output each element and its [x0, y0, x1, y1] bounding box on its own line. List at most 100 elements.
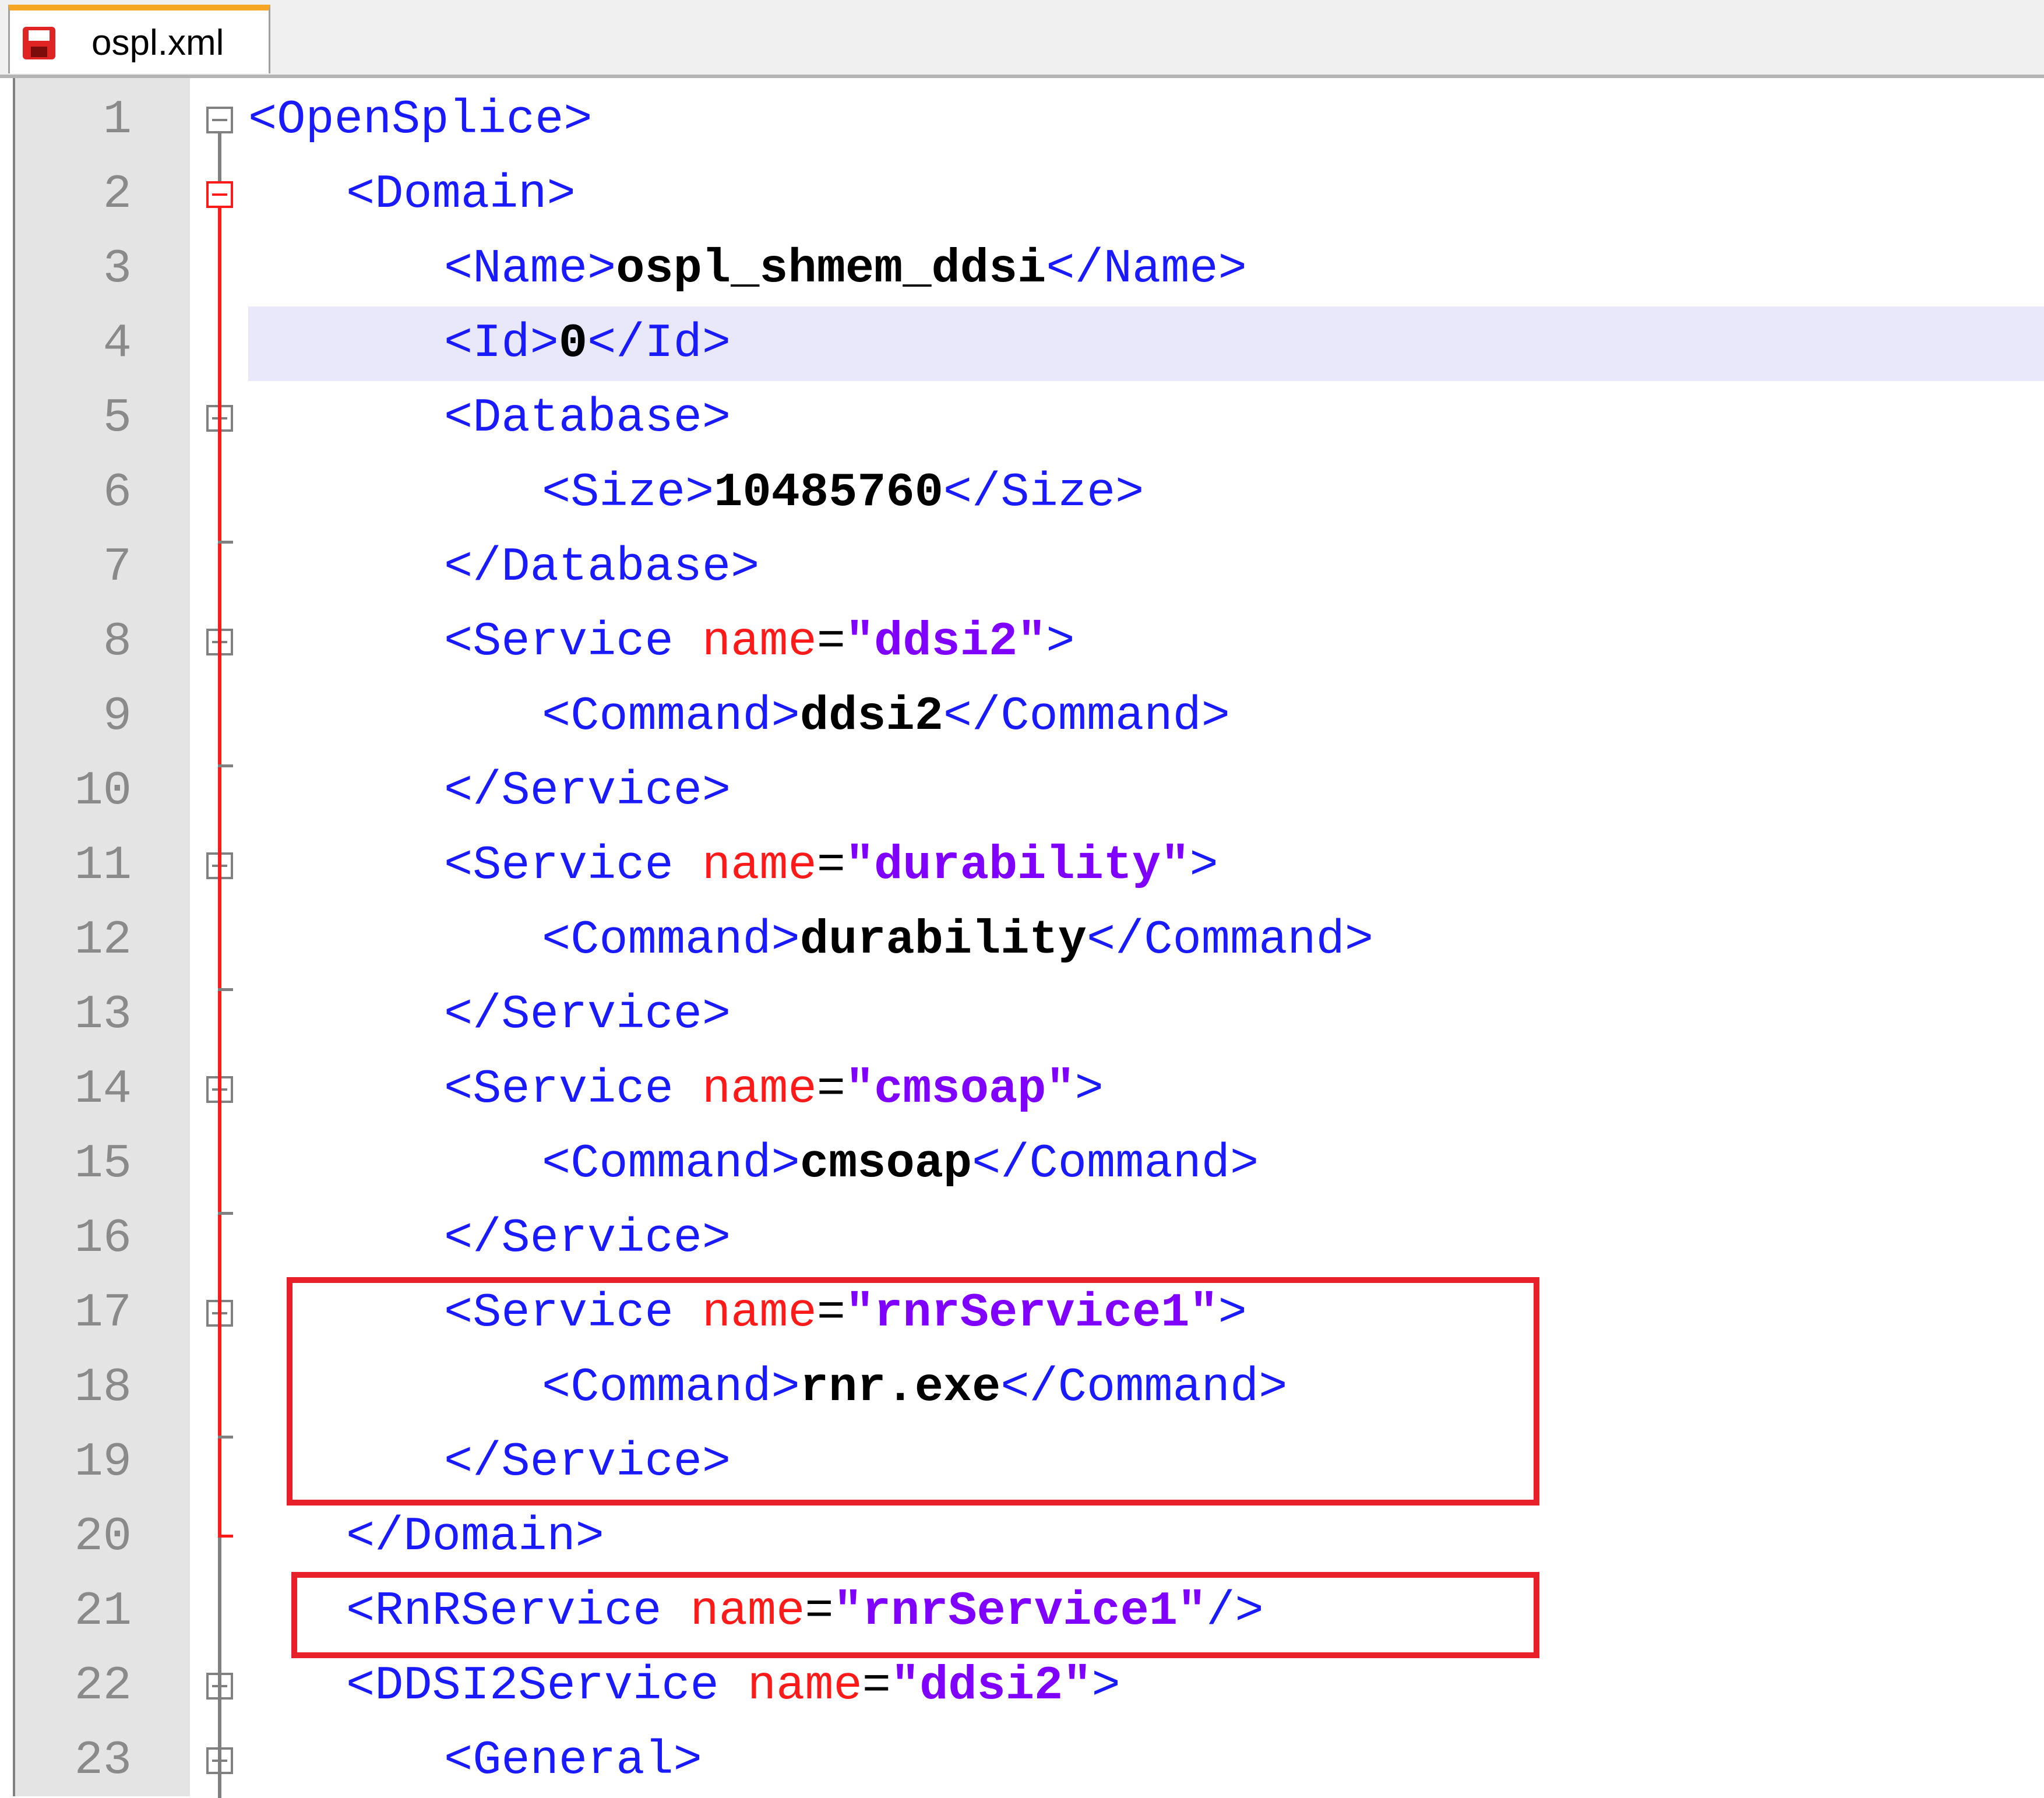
code-text: </Database> — [444, 530, 759, 605]
code-line[interactable]: 16 </Service> — [15, 1201, 2044, 1276]
code-line[interactable]: 6 <Size>10485760</Size> — [15, 456, 2044, 530]
code-text: </Service> — [444, 754, 731, 829]
line-number: 11 — [74, 838, 132, 893]
code-line[interactable]: 7 </Database> — [15, 530, 2044, 605]
token-tag: <Service — [444, 1062, 702, 1116]
tab-ospl-xml[interactable]: ospl.xml — [8, 5, 270, 73]
token-txt: ospl_shmem_ddsi — [616, 242, 1046, 296]
line-number: 18 — [74, 1360, 132, 1415]
token-tag: > — [1074, 1062, 1104, 1116]
line-number: 19 — [74, 1435, 132, 1489]
token-tag: <Service — [444, 838, 702, 893]
token-eq: = — [816, 615, 845, 669]
token-tag: </Service> — [444, 764, 731, 818]
token-attr: name — [702, 615, 817, 669]
token-tag: </Service> — [444, 988, 731, 1042]
line-number: 1 — [103, 93, 132, 147]
token-attr: name — [702, 1062, 817, 1116]
line-number: 23 — [74, 1733, 132, 1788]
line-number: 9 — [103, 689, 132, 743]
line-number: 7 — [103, 540, 132, 594]
code-text: <General> — [444, 1723, 702, 1798]
code-text: <Database> — [444, 381, 731, 456]
code-line[interactable]: 23 <General> — [15, 1723, 2044, 1798]
line-number: 5 — [103, 391, 132, 445]
token-val: "cmsoap" — [845, 1062, 1075, 1116]
token-attr: name — [747, 1659, 862, 1713]
token-tag: <General> — [444, 1733, 702, 1788]
line-number: 2 — [103, 167, 132, 221]
code-text: <Service name="cmsoap"> — [444, 1052, 1104, 1127]
token-tag: <Service — [444, 615, 702, 669]
code-editor[interactable]: 1 <OpenSplice> 2 <Domain> 3 <Name>ospl_shmem_… — [13, 78, 2044, 1798]
code-text: <Command>ddsi2</Command> — [542, 679, 1230, 754]
code-line[interactable]: 20 </Domain> — [15, 1500, 2044, 1574]
token-tag: </Name> — [1046, 242, 1247, 296]
line-number: 8 — [103, 615, 132, 669]
token-tag: </Id> — [587, 316, 731, 371]
unsaved-file-icon — [23, 27, 55, 59]
token-eq: = — [816, 838, 845, 893]
code-text: <OpenSplice> — [248, 83, 593, 157]
code-line[interactable]: 14 <Service name="cmsoap"> — [15, 1052, 2044, 1127]
code-line[interactable]: 12 <Command>durability</Command> — [15, 903, 2044, 978]
token-val: "durability" — [845, 838, 1190, 893]
token-tag: > — [1091, 1659, 1120, 1713]
tab-strip: ospl.xml — [0, 0, 2044, 78]
token-txt: ddsi2 — [799, 689, 943, 743]
line-number: 14 — [74, 1062, 132, 1116]
code-text: <Size>10485760</Size> — [542, 456, 1144, 530]
token-tag: <Domain> — [346, 167, 576, 221]
token-tag: > — [1046, 615, 1075, 669]
line-number: 21 — [74, 1584, 132, 1638]
line-number: 16 — [74, 1211, 132, 1265]
line-number: 17 — [74, 1286, 132, 1340]
token-eq: = — [816, 1062, 845, 1116]
token-eq: = — [862, 1659, 891, 1713]
line-number: 3 — [103, 242, 132, 296]
token-tag: <Command> — [542, 1137, 800, 1191]
code-line[interactable]: 3 <Name>ospl_shmem_ddsi</Name> — [15, 232, 2044, 306]
code-line[interactable]: 11 <Service name="durability"> — [15, 829, 2044, 903]
token-tag: <Name> — [444, 242, 616, 296]
code-line[interactable]: 22 <DDSI2Service name="ddsi2"> — [15, 1649, 2044, 1723]
token-tag: </Command> — [1086, 913, 1374, 967]
token-tag: </Domain> — [346, 1510, 604, 1564]
code-text: <Domain> — [346, 157, 576, 232]
code-line[interactable]: 4 <Id>0</Id> — [15, 306, 2044, 381]
token-tag: </Database> — [444, 540, 760, 594]
code-text: <Service name="ddsi2"> — [444, 605, 1075, 679]
code-text: </Service> — [444, 1201, 731, 1276]
line-number: 6 — [103, 466, 132, 520]
token-tag: <OpenSplice> — [248, 93, 593, 147]
token-tag: </Service> — [444, 1211, 731, 1265]
code-line[interactable]: 8 <Service name="ddsi2"> — [15, 605, 2044, 679]
code-text: <Service name="durability"> — [444, 829, 1218, 903]
token-tag: <Id> — [444, 316, 559, 371]
code-line[interactable]: 10 </Service> — [15, 754, 2044, 829]
code-line[interactable]: 13 </Service> — [15, 978, 2044, 1052]
line-number: 22 — [74, 1659, 132, 1713]
line-number: 10 — [74, 764, 132, 818]
code-text: <Command>cmsoap</Command> — [542, 1127, 1259, 1201]
token-tag: </Command> — [943, 689, 1231, 743]
code-text: </Domain> — [346, 1500, 604, 1574]
tab-label: ospl.xml — [91, 23, 224, 63]
highlight-box-rnr-service — [287, 1277, 1539, 1506]
token-txt: 0 — [558, 316, 588, 371]
line-number: 13 — [74, 988, 132, 1042]
highlight-box-rnr-service-element — [291, 1572, 1539, 1658]
code-text: <Id>0</Id> — [444, 306, 731, 381]
line-number: 20 — [74, 1510, 132, 1564]
code-line[interactable]: 5 <Database> — [15, 381, 2044, 456]
token-tag: </Command> — [972, 1137, 1259, 1191]
code-line[interactable]: 1 <OpenSplice> — [15, 83, 2044, 157]
token-txt: 10485760 — [714, 466, 943, 520]
code-line[interactable]: 9 <Command>ddsi2</Command> — [15, 679, 2044, 754]
code-line[interactable]: 15 <Command>cmsoap</Command> — [15, 1127, 2044, 1201]
code-text: <Command>durability</Command> — [542, 903, 1373, 978]
code-line[interactable]: 2 <Domain> — [15, 157, 2044, 232]
line-number: 4 — [103, 316, 132, 371]
token-txt: cmsoap — [799, 1137, 972, 1191]
token-attr: name — [702, 838, 817, 893]
